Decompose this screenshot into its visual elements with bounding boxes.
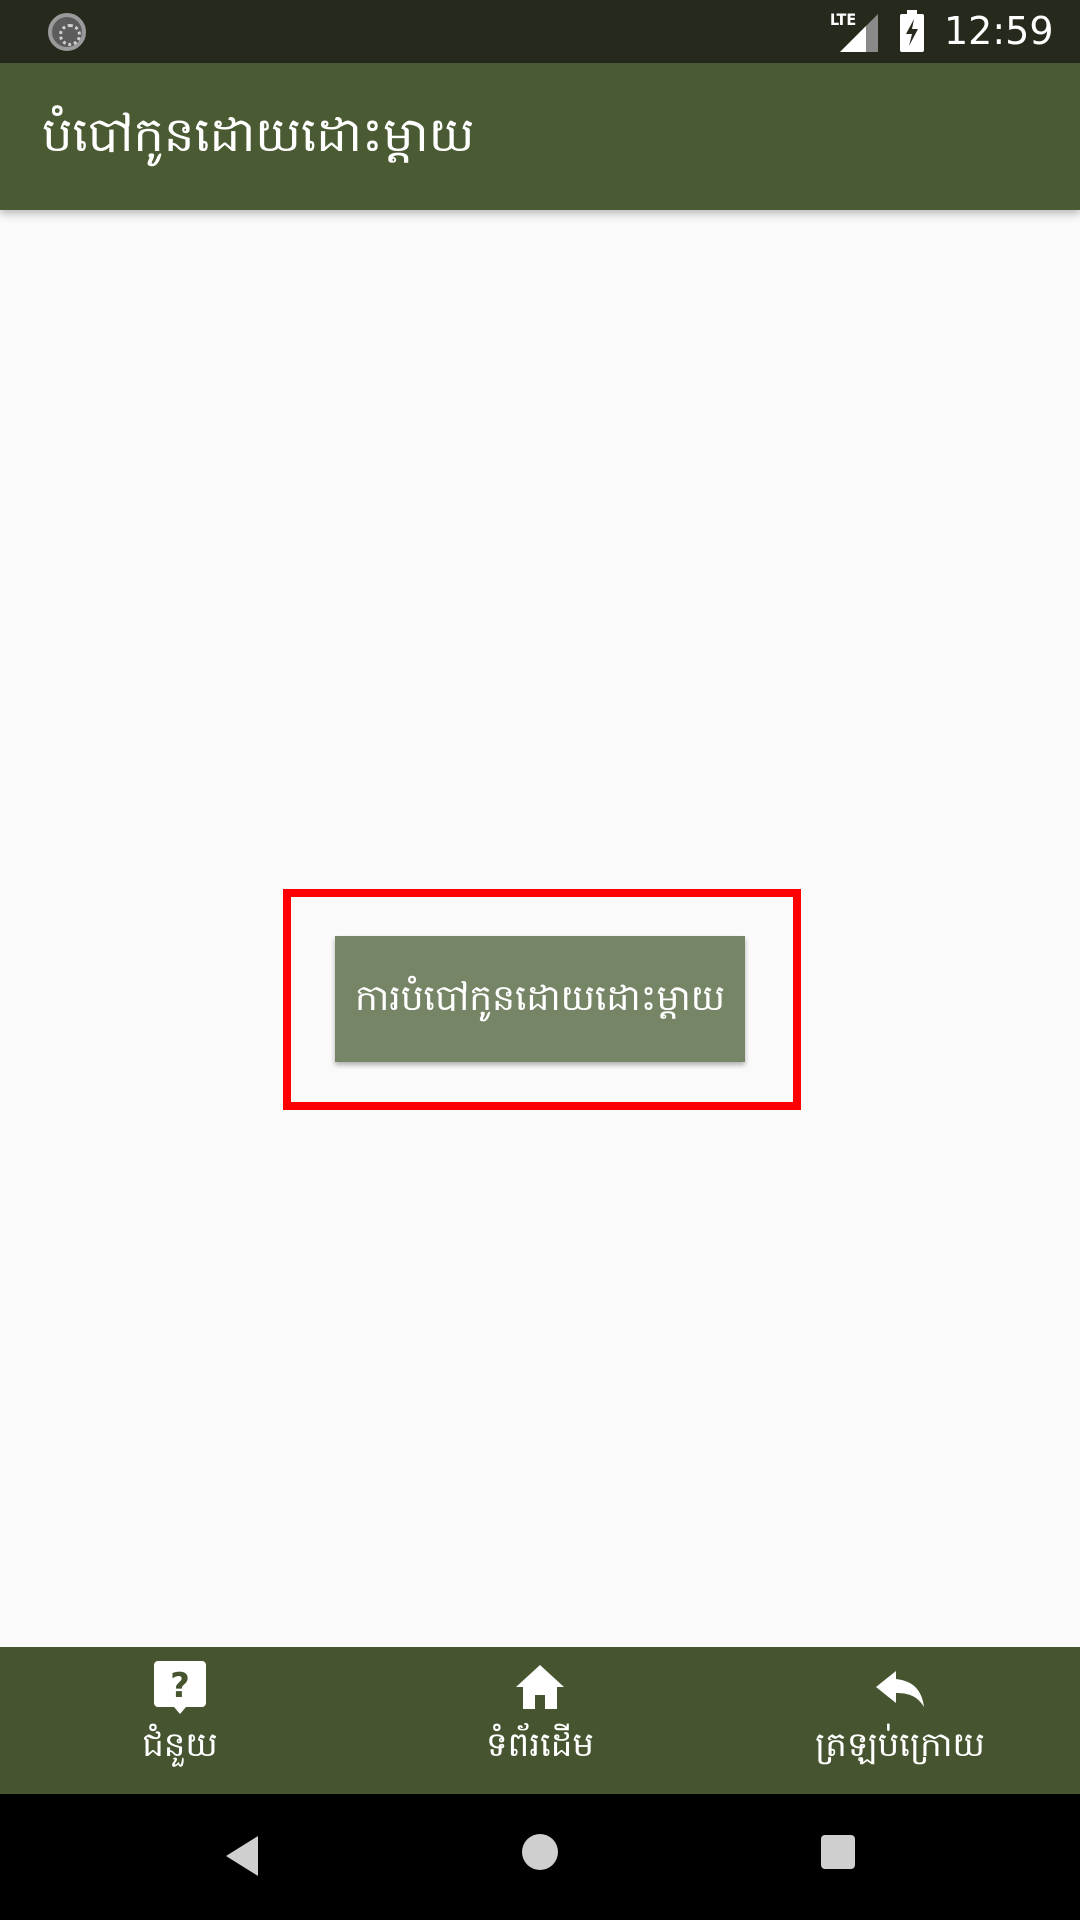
nav-home-label: ទំព័រដើម [486,1725,594,1765]
screen: LTE 12:59 បំបៅកូនដោយដោះម្ដាយ ការបំបៅកូនដ… [0,0,1080,1920]
system-nav-bar [0,1794,1080,1920]
home-icon [516,1665,564,1709]
bottom-nav: ? ជំនួយ ទំព័រដើម ត្រឡប់ក្រោយ [0,1647,1080,1794]
sync-icon [48,13,86,51]
recents-icon[interactable] [821,1835,855,1869]
nav-home[interactable]: ទំព័រដើម [360,1647,720,1794]
page-title: បំបៅកូនដោយដោះម្ដាយ [42,107,475,163]
svg-text:?: ? [170,1666,190,1706]
battery-charging-icon [899,10,925,52]
home-circle-icon[interactable] [522,1834,558,1870]
help-icon: ? [154,1661,206,1714]
breastfeeding-button[interactable]: ការបំបៅកូនដោយដោះម្ដាយ [335,936,745,1062]
reply-back-icon [876,1671,924,1707]
nav-help-label: ជំនួយ [142,1725,218,1765]
nav-back[interactable]: ត្រឡប់ក្រោយ [720,1647,1080,1794]
back-icon[interactable] [222,1834,262,1878]
lte-signal-icon: LTE [830,10,880,54]
status-bar: LTE 12:59 [0,0,1080,63]
nav-help[interactable]: ? ជំនួយ [0,1647,360,1794]
status-time: 12:59 [944,9,1054,53]
app-bar: បំបៅកូនដោយដោះម្ដាយ [0,63,1080,210]
nav-back-label: ត្រឡប់ក្រោយ [815,1725,985,1765]
